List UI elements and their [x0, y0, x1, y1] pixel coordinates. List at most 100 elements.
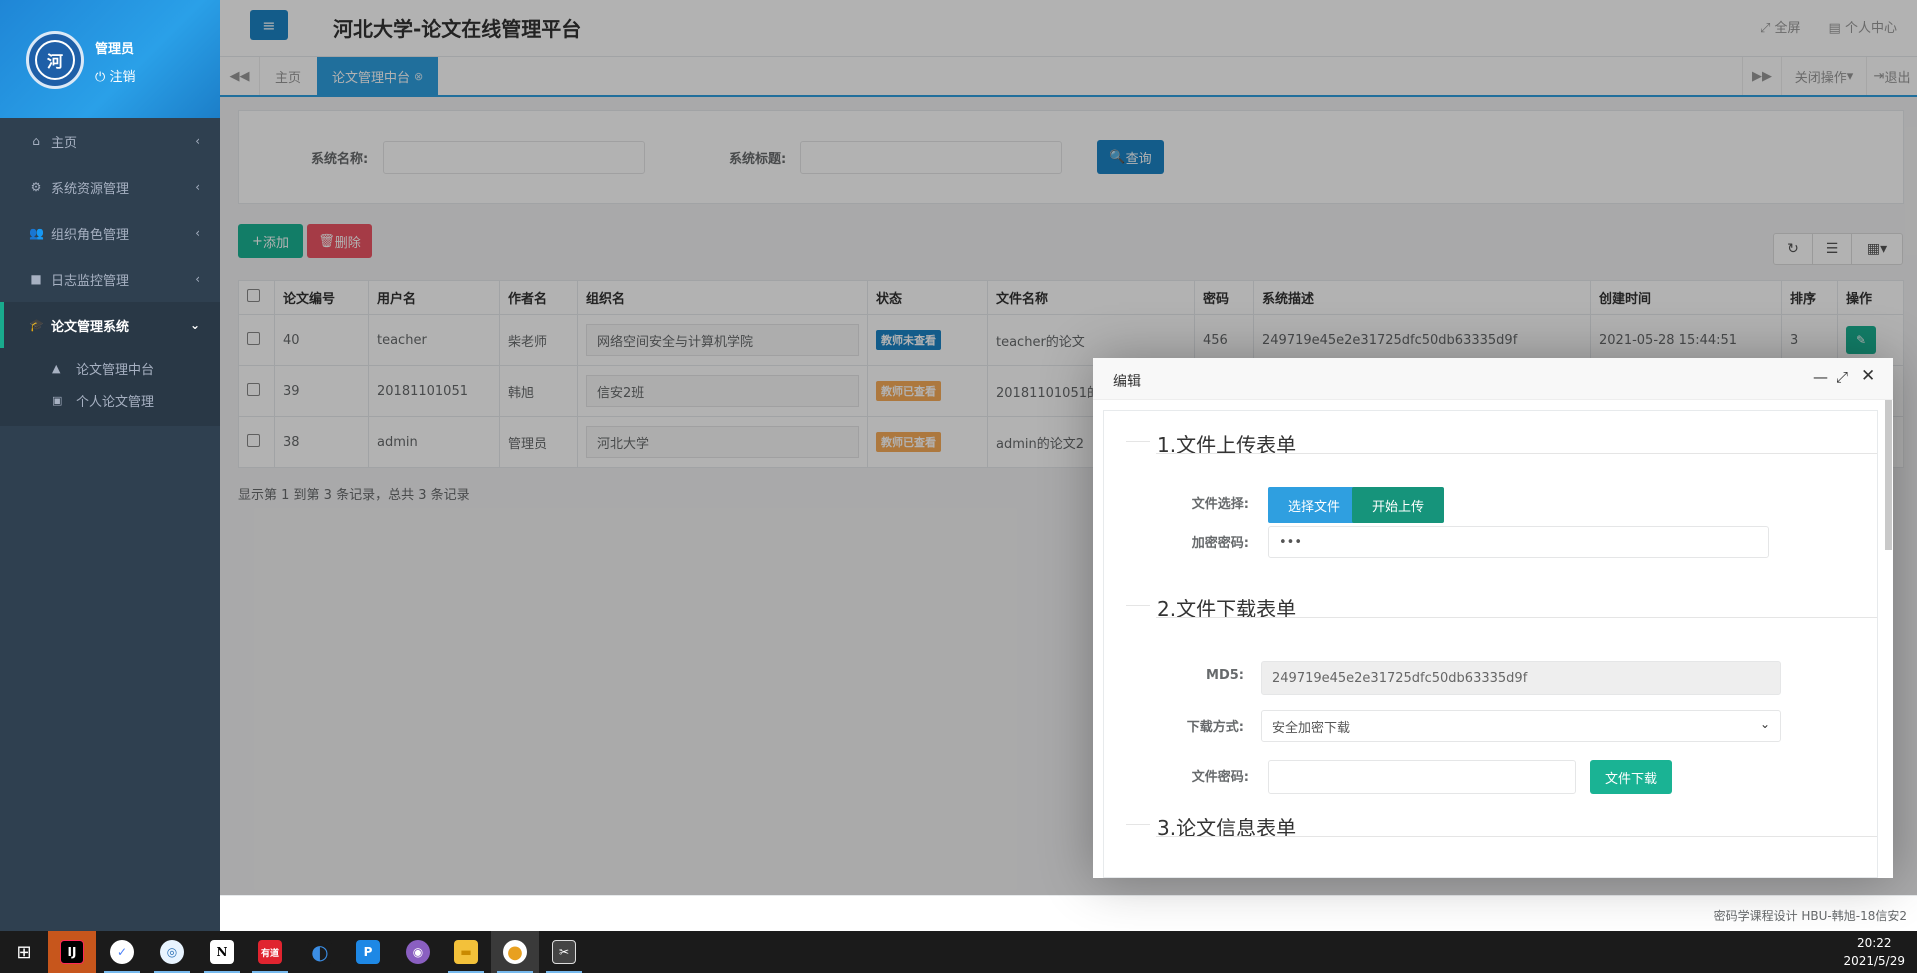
download-mode-value: 安全加密下载 [1272, 720, 1351, 736]
encrypt-password-label: 加密密码: [1191, 536, 1249, 551]
notion-icon: N [210, 940, 234, 964]
section-download-legend: 2.文件下载表单 [1112, 587, 1877, 621]
sidebar-item-label: 系统资源管理 [51, 181, 130, 197]
file-download-label: 文件下载 [1604, 771, 1657, 787]
user-role: 管理员 [95, 42, 135, 57]
sidebar-subitem-label: 个人论文管理 [76, 394, 155, 410]
logo-text: 河 [35, 40, 75, 80]
sidebar-item-label: 论文管理系统 [51, 319, 130, 335]
logout-link[interactable]: ⏻ 注销 [95, 66, 135, 85]
powerpoint-icon: P [356, 940, 380, 964]
sidebar-item-label: 日志监控管理 [51, 273, 130, 289]
chevron-left-icon: ‹ [195, 134, 200, 148]
minimize-icon[interactable]: — [1813, 368, 1828, 386]
gear-icon: ⚙ [30, 180, 42, 194]
clock-time: 20:22 [1856, 936, 1892, 950]
windows-icon: ⊞ [16, 941, 32, 963]
clock-date: 2021/5/29 [1843, 954, 1905, 968]
sidebar-item-org-roles[interactable]: 👥 组织角色管理 ‹ [0, 210, 220, 256]
sidebar-item-system-resources[interactable]: ⚙ 系统资源管理 ‹ [0, 164, 220, 210]
modal-header: 编辑 — ⤢ ✕ [1093, 358, 1893, 400]
encrypt-password-input[interactable]: ••• [1268, 526, 1769, 558]
file-download-button[interactable]: 文件下载 [1590, 760, 1672, 794]
taskbar-app[interactable]: ● [491, 931, 539, 973]
taskbar-app[interactable]: N [198, 931, 246, 973]
taskbar-app[interactable]: 有道 [246, 931, 294, 973]
folder-icon: ▬ [454, 940, 478, 964]
file-password-input[interactable] [1268, 760, 1576, 794]
profile-panel: 河 管理员 ⏻ 注销 [0, 0, 220, 118]
sidebar-item-thesis-system[interactable]: 🎓 论文管理系统 ⌄ [0, 302, 220, 348]
md5-field: 249719e45e2e31725dfc50db63335d9f [1261, 661, 1781, 695]
snipping-icon: ✂ [552, 940, 576, 964]
choose-file-label: 选择文件 [1287, 499, 1340, 515]
chevron-down-icon: ⌄ [189, 318, 200, 332]
footer: 密码学课程设计 HBU-韩旭-18信安2 [220, 895, 1917, 931]
youdao-icon: 有道 [258, 940, 282, 964]
sidebar-item-label: 组织角色管理 [51, 227, 130, 243]
download-mode-select[interactable]: 安全加密下载 ⌄ [1261, 710, 1781, 742]
start-upload-button[interactable]: 开始上传 [1352, 487, 1444, 523]
video-icon: ■ [30, 272, 42, 286]
start-upload-label: 开始上传 [1371, 499, 1424, 515]
start-button[interactable]: ⊞ [0, 931, 48, 973]
modal-body: 1.文件上传表单 文件选择: 选择文件 开始上传 加密密码: ••• 2.文件下… [1103, 410, 1878, 878]
legend-line [1126, 441, 1150, 442]
sidebar-nav: ⌂ 主页 ‹ ⚙ 系统资源管理 ‹ 👥 组织角色管理 ‹ ■ 日志监控管理 ‹ 🎓 论文管理系统 ⌄ [0, 118, 220, 348]
logout-label: 注销 [109, 70, 136, 85]
sidebar-item-home[interactable]: ⌂ 主页 ‹ [0, 118, 220, 164]
sidebar-subitem-personal-thesis[interactable]: ▣ 个人论文管理 [0, 384, 220, 416]
section-info-legend: 3.论文信息表单 [1112, 806, 1877, 840]
snipaste-icon: ◎ [160, 940, 184, 964]
taskbar-app[interactable]: IJ [48, 931, 96, 973]
ticktick-icon: ✓ [110, 940, 134, 964]
sidebar-item-label: 主页 [51, 135, 78, 151]
github-icon: ◉ [406, 940, 430, 964]
edit-modal: 编辑 — ⤢ ✕ 1.文件上传表单 文件选择: 选择文件 开始上传 加密密码: … [1093, 358, 1893, 878]
legend-rule [1156, 453, 1877, 454]
modal-title: 编辑 [1113, 374, 1141, 390]
choose-file-button[interactable]: 选择文件 [1268, 487, 1360, 523]
legend-rule [1156, 836, 1877, 837]
chevron-left-icon: ‹ [195, 180, 200, 194]
taskbar-app[interactable]: ◉ [394, 931, 442, 973]
system-clock[interactable]: 20:22 2021/5/29 [1843, 934, 1905, 970]
intellij-icon: IJ [60, 940, 84, 964]
modal-scrollbar[interactable] [1885, 400, 1892, 550]
chevron-down-icon: ⌄ [1759, 717, 1770, 731]
university-logo: 河 [26, 31, 84, 89]
sidebar: 河 管理员 ⏻ 注销 ⌂ 主页 ‹ ⚙ 系统资源管理 ‹ 👥 组织角色管理 ‹ ■ 日志监控管… [0, 0, 220, 931]
sidebar-subitem-thesis-center[interactable]: ▲ 论文管理中台 [0, 352, 220, 384]
sidebar-subnav: ▲ 论文管理中台 ▣ 个人论文管理 [0, 348, 220, 426]
calendar-icon: ▣ [52, 393, 63, 407]
taskbar-app[interactable]: ✂ [540, 931, 588, 973]
file-select-label: 文件选择: [1191, 497, 1249, 512]
windows-taskbar: ⊞ IJ ✓ ◎ N 有道 ◐ P ◉ ▬ ● ✂ 20:22 2021/5/2… [0, 931, 1917, 973]
sidebar-item-log-monitor[interactable]: ■ 日志监控管理 ‹ [0, 256, 220, 302]
taskbar-app[interactable]: ▬ [442, 931, 490, 973]
chevron-left-icon: ‹ [195, 226, 200, 240]
md5-label: MD5: [1206, 668, 1244, 683]
legend-rule [1156, 617, 1877, 618]
sidebar-subitem-label: 论文管理中台 [76, 362, 155, 378]
taskbar-app[interactable]: ◐ [296, 931, 344, 973]
area-chart-icon: ▲ [52, 361, 61, 375]
close-icon[interactable]: ✕ [1861, 366, 1875, 386]
taskbar-app[interactable]: ◎ [148, 931, 196, 973]
download-mode-label: 下载方式: [1186, 720, 1244, 735]
logout-icon: ⏻ [95, 70, 106, 85]
taskbar-app[interactable]: ✓ [98, 931, 146, 973]
footer-text: 密码学课程设计 HBU-韩旭-18信安2 [1713, 909, 1907, 923]
users-icon: 👥 [29, 226, 44, 240]
home-icon: ⌂ [32, 134, 40, 148]
section-upload-legend: 1.文件上传表单 [1112, 423, 1877, 457]
file-password-label: 文件密码: [1191, 770, 1249, 785]
legend-line [1126, 605, 1150, 606]
maximize-icon[interactable]: ⤢ [1836, 368, 1848, 386]
chrome-icon: ● [503, 940, 527, 964]
graduation-cap-icon: 🎓 [29, 318, 44, 332]
chevron-left-icon: ‹ [195, 272, 200, 286]
browser-icon: ◐ [308, 940, 332, 964]
taskbar-app[interactable]: P [344, 931, 392, 973]
legend-line [1126, 824, 1150, 825]
